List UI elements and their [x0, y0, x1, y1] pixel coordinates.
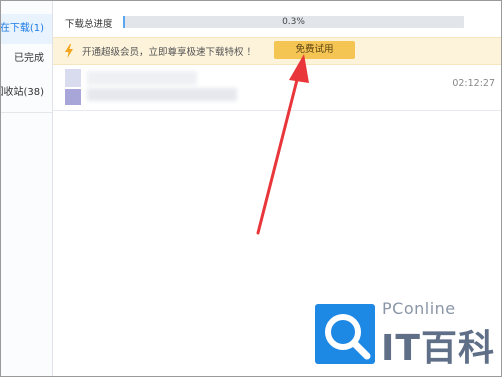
- vip-promo-banner: 开通超级会员，立即尊享极速下载特权 ！ 免费试用: [53, 37, 501, 65]
- promo-text: 开通超级会员，立即尊享极速下载特权 ！: [82, 47, 257, 58]
- free-trial-button[interactable]: 免费试用: [274, 41, 355, 59]
- progress-percent: 0.3%: [282, 17, 305, 27]
- watermark: PConline IT百科: [303, 295, 501, 376]
- sidebar: 正在下载(1) 已完成 回收站(38): [1, 1, 53, 376]
- sidebar-item-recycle-bin[interactable]: 回收站(38): [1, 78, 52, 108]
- bolt-icon: [65, 44, 73, 58]
- watermark-name: IT百科: [381, 328, 495, 369]
- sidebar-divider: [1, 112, 52, 113]
- sidebar-item-label: 回收站(38): [1, 87, 44, 98]
- download-manager-window: 正在下载(1) 已完成 回收站(38) 下载总进度 0.3% 开通超级会员，立即…: [0, 0, 502, 377]
- task-name-blurred: [87, 71, 237, 101]
- task-time: 02:12:27: [452, 78, 495, 89]
- file-thumbnail: [65, 69, 81, 105]
- total-progress-row: 下载总进度 0.3%: [53, 13, 501, 35]
- sidebar-item-completed[interactable]: 已完成: [1, 44, 52, 74]
- sidebar-item-label: 已完成: [14, 53, 44, 64]
- progress-label: 下载总进度: [65, 19, 113, 30]
- magnifier-logo-icon: [315, 304, 375, 364]
- task-row[interactable]: 02:12:27: [53, 64, 501, 111]
- progress-bar: 0.3%: [123, 16, 464, 28]
- watermark-brand: PConline: [382, 299, 456, 318]
- sidebar-item-label: 正在下载(1): [1, 23, 44, 34]
- sidebar-item-downloading[interactable]: 正在下载(1): [1, 14, 52, 44]
